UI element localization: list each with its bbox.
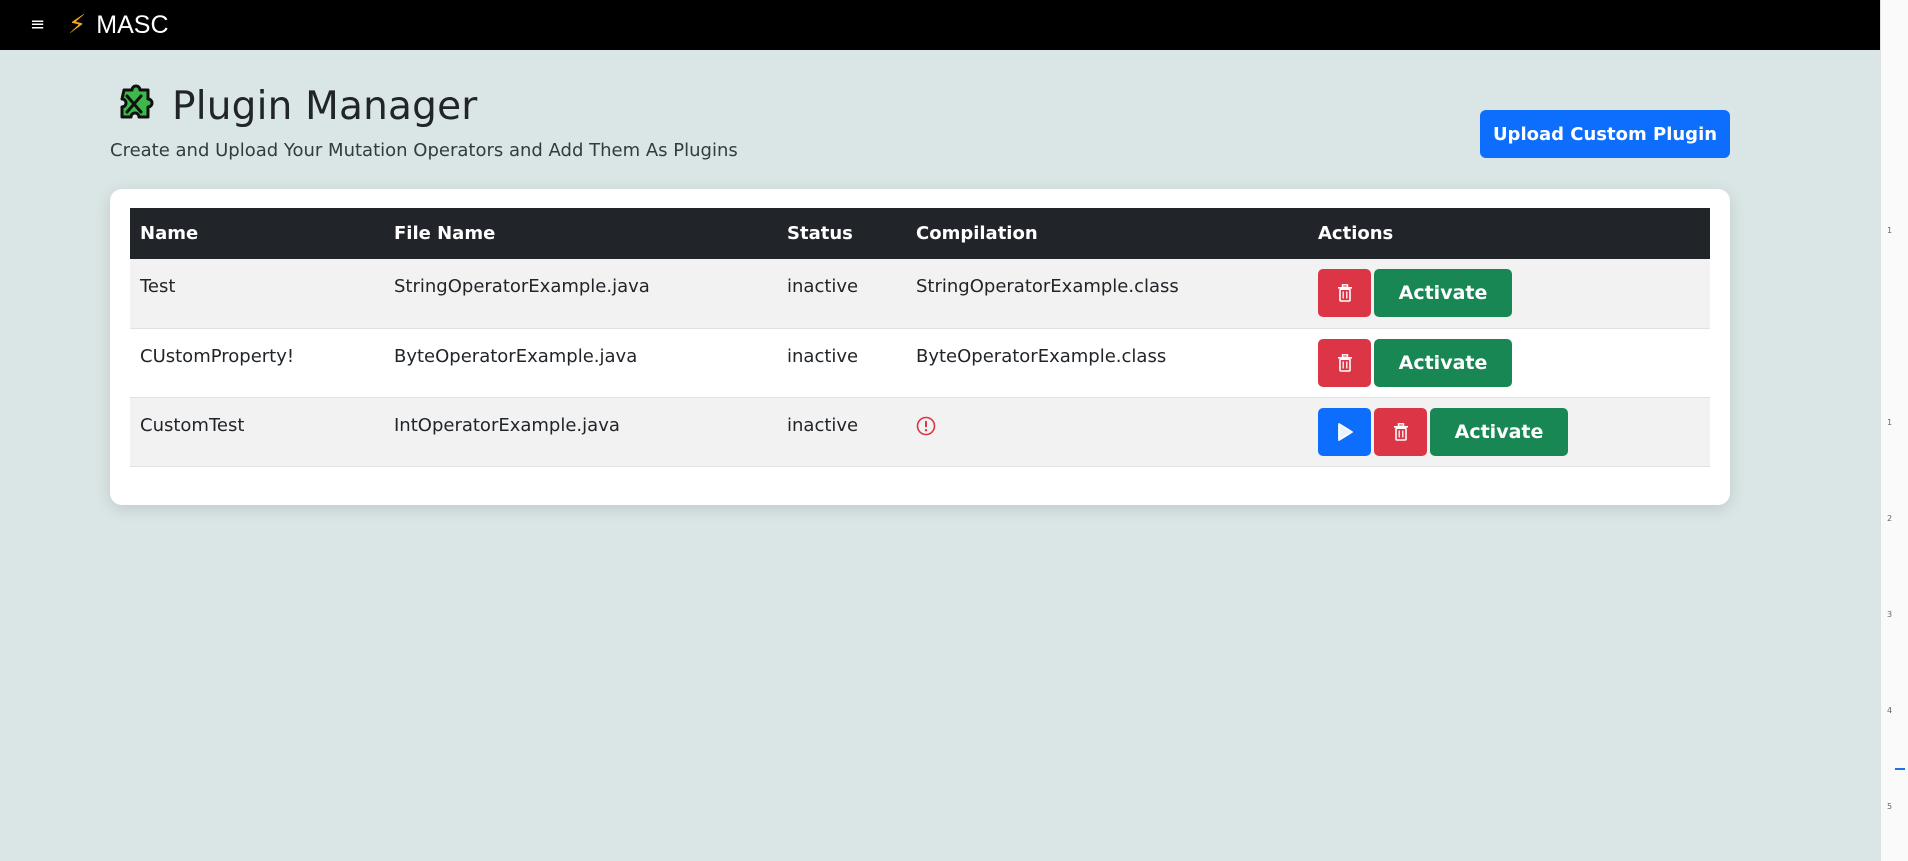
plugin-status: inactive xyxy=(787,414,859,436)
plugin-file-name: ByteOperatorExample.java xyxy=(394,345,638,367)
plugin-name: CustomTest xyxy=(140,414,245,436)
activate-button[interactable]: Activate xyxy=(1430,407,1568,456)
column-header-compilation: Compilation xyxy=(916,223,1038,244)
column-header-status: Status xyxy=(787,223,853,244)
plugin-actions: Activate xyxy=(1308,328,1710,397)
column-header-file-name: File Name xyxy=(394,223,496,244)
plugin-status: inactive xyxy=(787,276,859,297)
ruler-tick: 1 xyxy=(1887,418,1893,427)
table-row: CUstomProperty! ByteOperatorExample.java… xyxy=(130,328,1710,397)
error-icon[interactable] xyxy=(916,416,936,436)
compile-button[interactable] xyxy=(1318,407,1371,456)
trash-icon xyxy=(1337,353,1352,372)
puzzle-icon xyxy=(120,84,154,119)
plugin-file-name: IntOperatorExample.java xyxy=(394,414,620,436)
plugin-compilation: ByteOperatorExample.class xyxy=(916,345,1167,367)
ruler-tick: 5 xyxy=(1887,802,1893,811)
trash-icon xyxy=(1393,422,1408,441)
delete-button[interactable] xyxy=(1318,269,1371,317)
activate-button[interactable]: Activate xyxy=(1374,269,1512,317)
lightning-bolt-icon: ⚡ xyxy=(68,10,87,40)
ruler-tick: 2 xyxy=(1887,514,1893,523)
ruler-strip: 1 1 2 3 4 5 xyxy=(1880,0,1908,861)
plugins-card: Name File Name Status Compilation Action… xyxy=(110,189,1730,505)
plugin-compilation: StringOperatorExample.class xyxy=(916,276,1179,297)
ruler-tick: 3 xyxy=(1887,610,1893,619)
plugins-table: Name File Name Status Compilation Action… xyxy=(130,208,1710,467)
column-header-name: Name xyxy=(140,223,199,244)
plugin-file-name: StringOperatorExample.java xyxy=(394,276,650,297)
app-brand[interactable]: MASC xyxy=(96,11,168,40)
table-header-row: Name File Name Status Compilation Action… xyxy=(130,208,1710,259)
trash-icon xyxy=(1337,284,1352,302)
hamburger-menu-icon[interactable]: ≡ xyxy=(30,16,48,34)
plugin-actions: Activate xyxy=(1308,259,1710,328)
ruler-tick: 4 xyxy=(1887,706,1893,715)
activate-button[interactable]: Activate xyxy=(1374,338,1512,387)
delete-button[interactable] xyxy=(1318,338,1371,387)
play-icon xyxy=(1337,422,1353,441)
column-header-actions: Actions xyxy=(1318,223,1394,244)
table-row: CustomTest IntOperatorExample.java inact… xyxy=(130,397,1710,466)
upload-custom-plugin-button[interactable]: Upload Custom Plugin xyxy=(1480,110,1730,158)
page-title: Plugin Manager xyxy=(172,83,478,129)
delete-button[interactable] xyxy=(1374,407,1427,456)
ruler-marker xyxy=(1895,768,1905,770)
ruler-tick: 1 xyxy=(1887,226,1893,235)
plugin-status: inactive xyxy=(787,345,859,367)
plugin-compilation xyxy=(906,397,1308,466)
plugin-name: Test xyxy=(140,276,176,297)
top-navbar: ≡ ⚡ MASC xyxy=(0,0,1880,50)
table-row: Test StringOperatorExample.java inactive… xyxy=(130,259,1710,328)
plugin-name: CUstomProperty! xyxy=(140,345,295,367)
plugin-actions: Activate xyxy=(1308,397,1710,466)
